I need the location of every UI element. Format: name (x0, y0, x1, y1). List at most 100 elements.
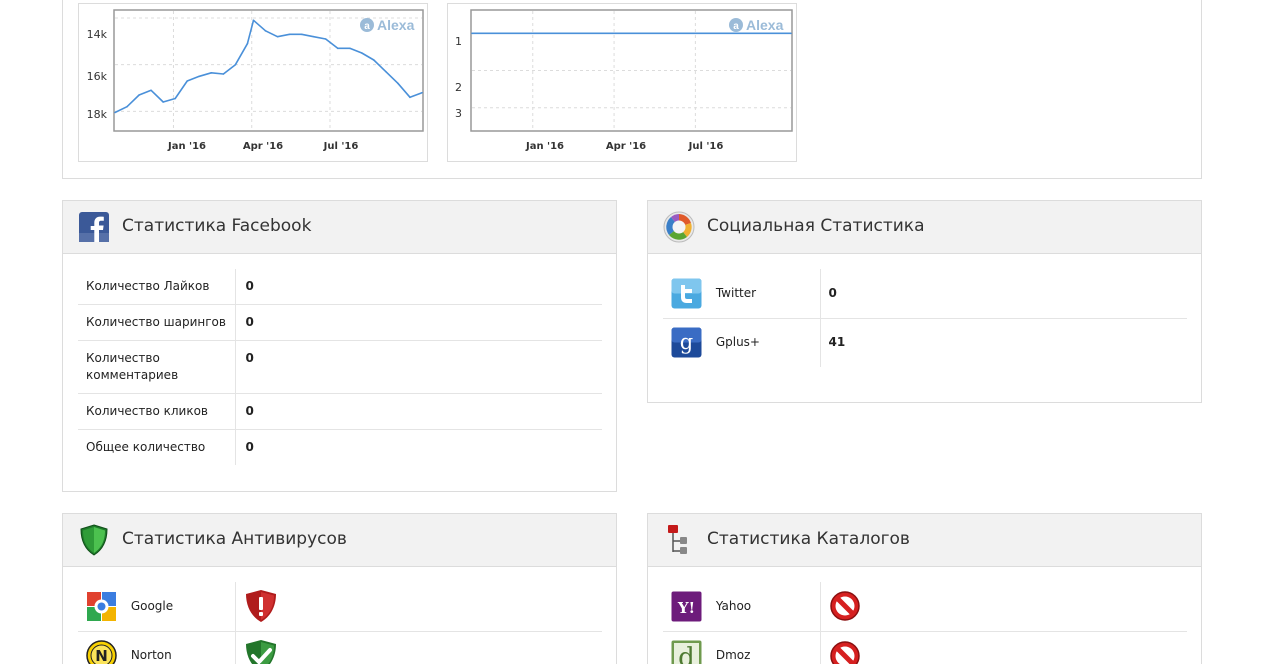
y-tick-labels: 14k 16k 18k (87, 28, 108, 121)
data-point (210, 72, 213, 74)
data-point (162, 101, 164, 103)
y-tick-label: 16k (87, 70, 108, 83)
data-point (324, 38, 327, 40)
x-tick-label: Jan '16 (525, 141, 564, 152)
y-tick-label: 1 (455, 35, 462, 48)
data-point (246, 42, 249, 45)
antivirus-stats-panel: Статистика Антивирусов Google N Norton (62, 513, 617, 664)
antivirus-stats-table: Google N Norton (78, 582, 602, 664)
row-status (235, 631, 602, 664)
google-plus-icon: g (671, 327, 702, 358)
alexa-logo: a Alexa (729, 17, 784, 33)
data-point (264, 30, 267, 32)
panel-header: Социальная Статистика (648, 201, 1201, 254)
x-tick-labels: Jan '16 Apr '16 Jul '16 (525, 141, 723, 152)
x-tick-label: Apr '16 (243, 141, 283, 152)
panel-title: Статистика Антивирусов (122, 529, 347, 549)
row-status (235, 582, 602, 632)
svg-text:g: g (680, 330, 693, 354)
data-point (186, 80, 189, 82)
row-label-cell: g Gplus+ (663, 318, 821, 367)
data-point (300, 33, 303, 36)
data-point (385, 70, 387, 73)
alexa-reach-chart: a Alexa 1 2 3 Jan '16 Apr '16 Jul '16 (447, 3, 797, 162)
row-label: Количество комментариев (78, 340, 236, 394)
x-tick-label: Jul '16 (688, 141, 724, 152)
row-value: 0 (235, 304, 602, 341)
svg-text:d: d (678, 643, 695, 664)
warning-shield-icon (245, 590, 276, 623)
panel-title: Социальная Статистика (707, 216, 925, 236)
row-label: Общее количество (78, 429, 236, 465)
data-point (409, 96, 411, 99)
data-point (198, 75, 201, 78)
row-status (820, 582, 1187, 632)
table-row: Количество комментариев 0 (78, 340, 602, 394)
data-point (348, 47, 351, 50)
google-icon (87, 591, 116, 621)
norton-icon: N (86, 640, 117, 664)
directory-tree-icon (668, 525, 687, 554)
row-value: 0 (235, 269, 602, 305)
table-row: Y! Yahoo (663, 582, 1187, 632)
alexa-panel: a Alexa 14k 16k 18k Jan '16 Apr '16 Jul … (62, 0, 1202, 179)
data-point (276, 35, 279, 38)
alexa-logo: a Alexa (360, 17, 415, 33)
row-label-cell: Y! Yahoo (663, 582, 821, 632)
data-point (471, 32, 473, 35)
row-label-cell: Twitter (663, 269, 821, 319)
alexa-rank-chart: a Alexa 14k 16k 18k Jan '16 Apr '16 Jul … (78, 3, 428, 162)
data-point (373, 59, 375, 61)
data-point (114, 111, 116, 114)
data-point (421, 91, 423, 94)
data-point (361, 52, 363, 54)
table-row: Twitter 0 (663, 269, 1187, 319)
catalogs-stats-table: Y! Yahoo d Dmoz (663, 582, 1187, 664)
y-tick-labels: 1 2 3 (455, 35, 462, 120)
alexa-brand: Alexa (746, 17, 784, 33)
svg-text:N: N (95, 647, 108, 664)
row-label-cell: Google (78, 582, 236, 632)
table-row: N Norton (78, 631, 602, 664)
table-row: Google (78, 582, 602, 632)
row-value: 0 (235, 393, 602, 430)
yahoo-icon: Y! (671, 591, 702, 622)
dmoz-icon: d (671, 640, 702, 664)
svg-text:a: a (364, 21, 370, 32)
row-label: Количество кликов (78, 393, 236, 430)
row-label: Dmoz (715, 648, 751, 663)
row-label: Norton (130, 648, 172, 663)
row-status (820, 631, 1187, 664)
row-label: Yahoo (715, 598, 752, 613)
row-label: Количество Лайков (78, 269, 236, 305)
data-point (138, 94, 140, 96)
row-value: 0 (245, 440, 254, 454)
table-row: Количество кликов 0 (78, 393, 602, 430)
social-stats-panel: Социальная Статистика Twitter 0 g Gplus+… (647, 200, 1202, 403)
panel-header: Статистика Каталогов (648, 514, 1201, 567)
svg-text:a: a (733, 21, 739, 32)
row-label: Количество шарингов (78, 304, 236, 341)
data-point (312, 35, 315, 38)
catalogs-stats-panel: Статистика Каталогов Y! Yahoo d Dmoz (647, 513, 1202, 664)
row-label: Twitter (715, 285, 757, 300)
not-listed-icon (829, 591, 860, 621)
row-value: 41 (828, 335, 846, 350)
table-row: g Gplus+ 41 (663, 318, 1187, 367)
table-row: Количество шарингов 0 (78, 304, 602, 341)
reach-series (471, 32, 792, 35)
panel-title: Статистика Каталогов (707, 529, 910, 549)
row-label: Google (130, 598, 174, 613)
data-point (234, 63, 237, 66)
y-tick-label: 18k (87, 108, 108, 121)
safe-shield-icon (245, 639, 276, 664)
data-point (336, 47, 339, 50)
green-shield-icon (80, 524, 108, 556)
table-row: d Dmoz (663, 631, 1187, 664)
facebook-stats-table: Количество Лайков 0 Количество шарингов 0 … (78, 269, 602, 465)
data-point (397, 82, 399, 85)
alexa-brand: Alexa (377, 17, 415, 33)
y-tick-label: 14k (87, 28, 108, 41)
table-row: Общее количество 0 (78, 429, 602, 465)
data-point (126, 105, 128, 108)
